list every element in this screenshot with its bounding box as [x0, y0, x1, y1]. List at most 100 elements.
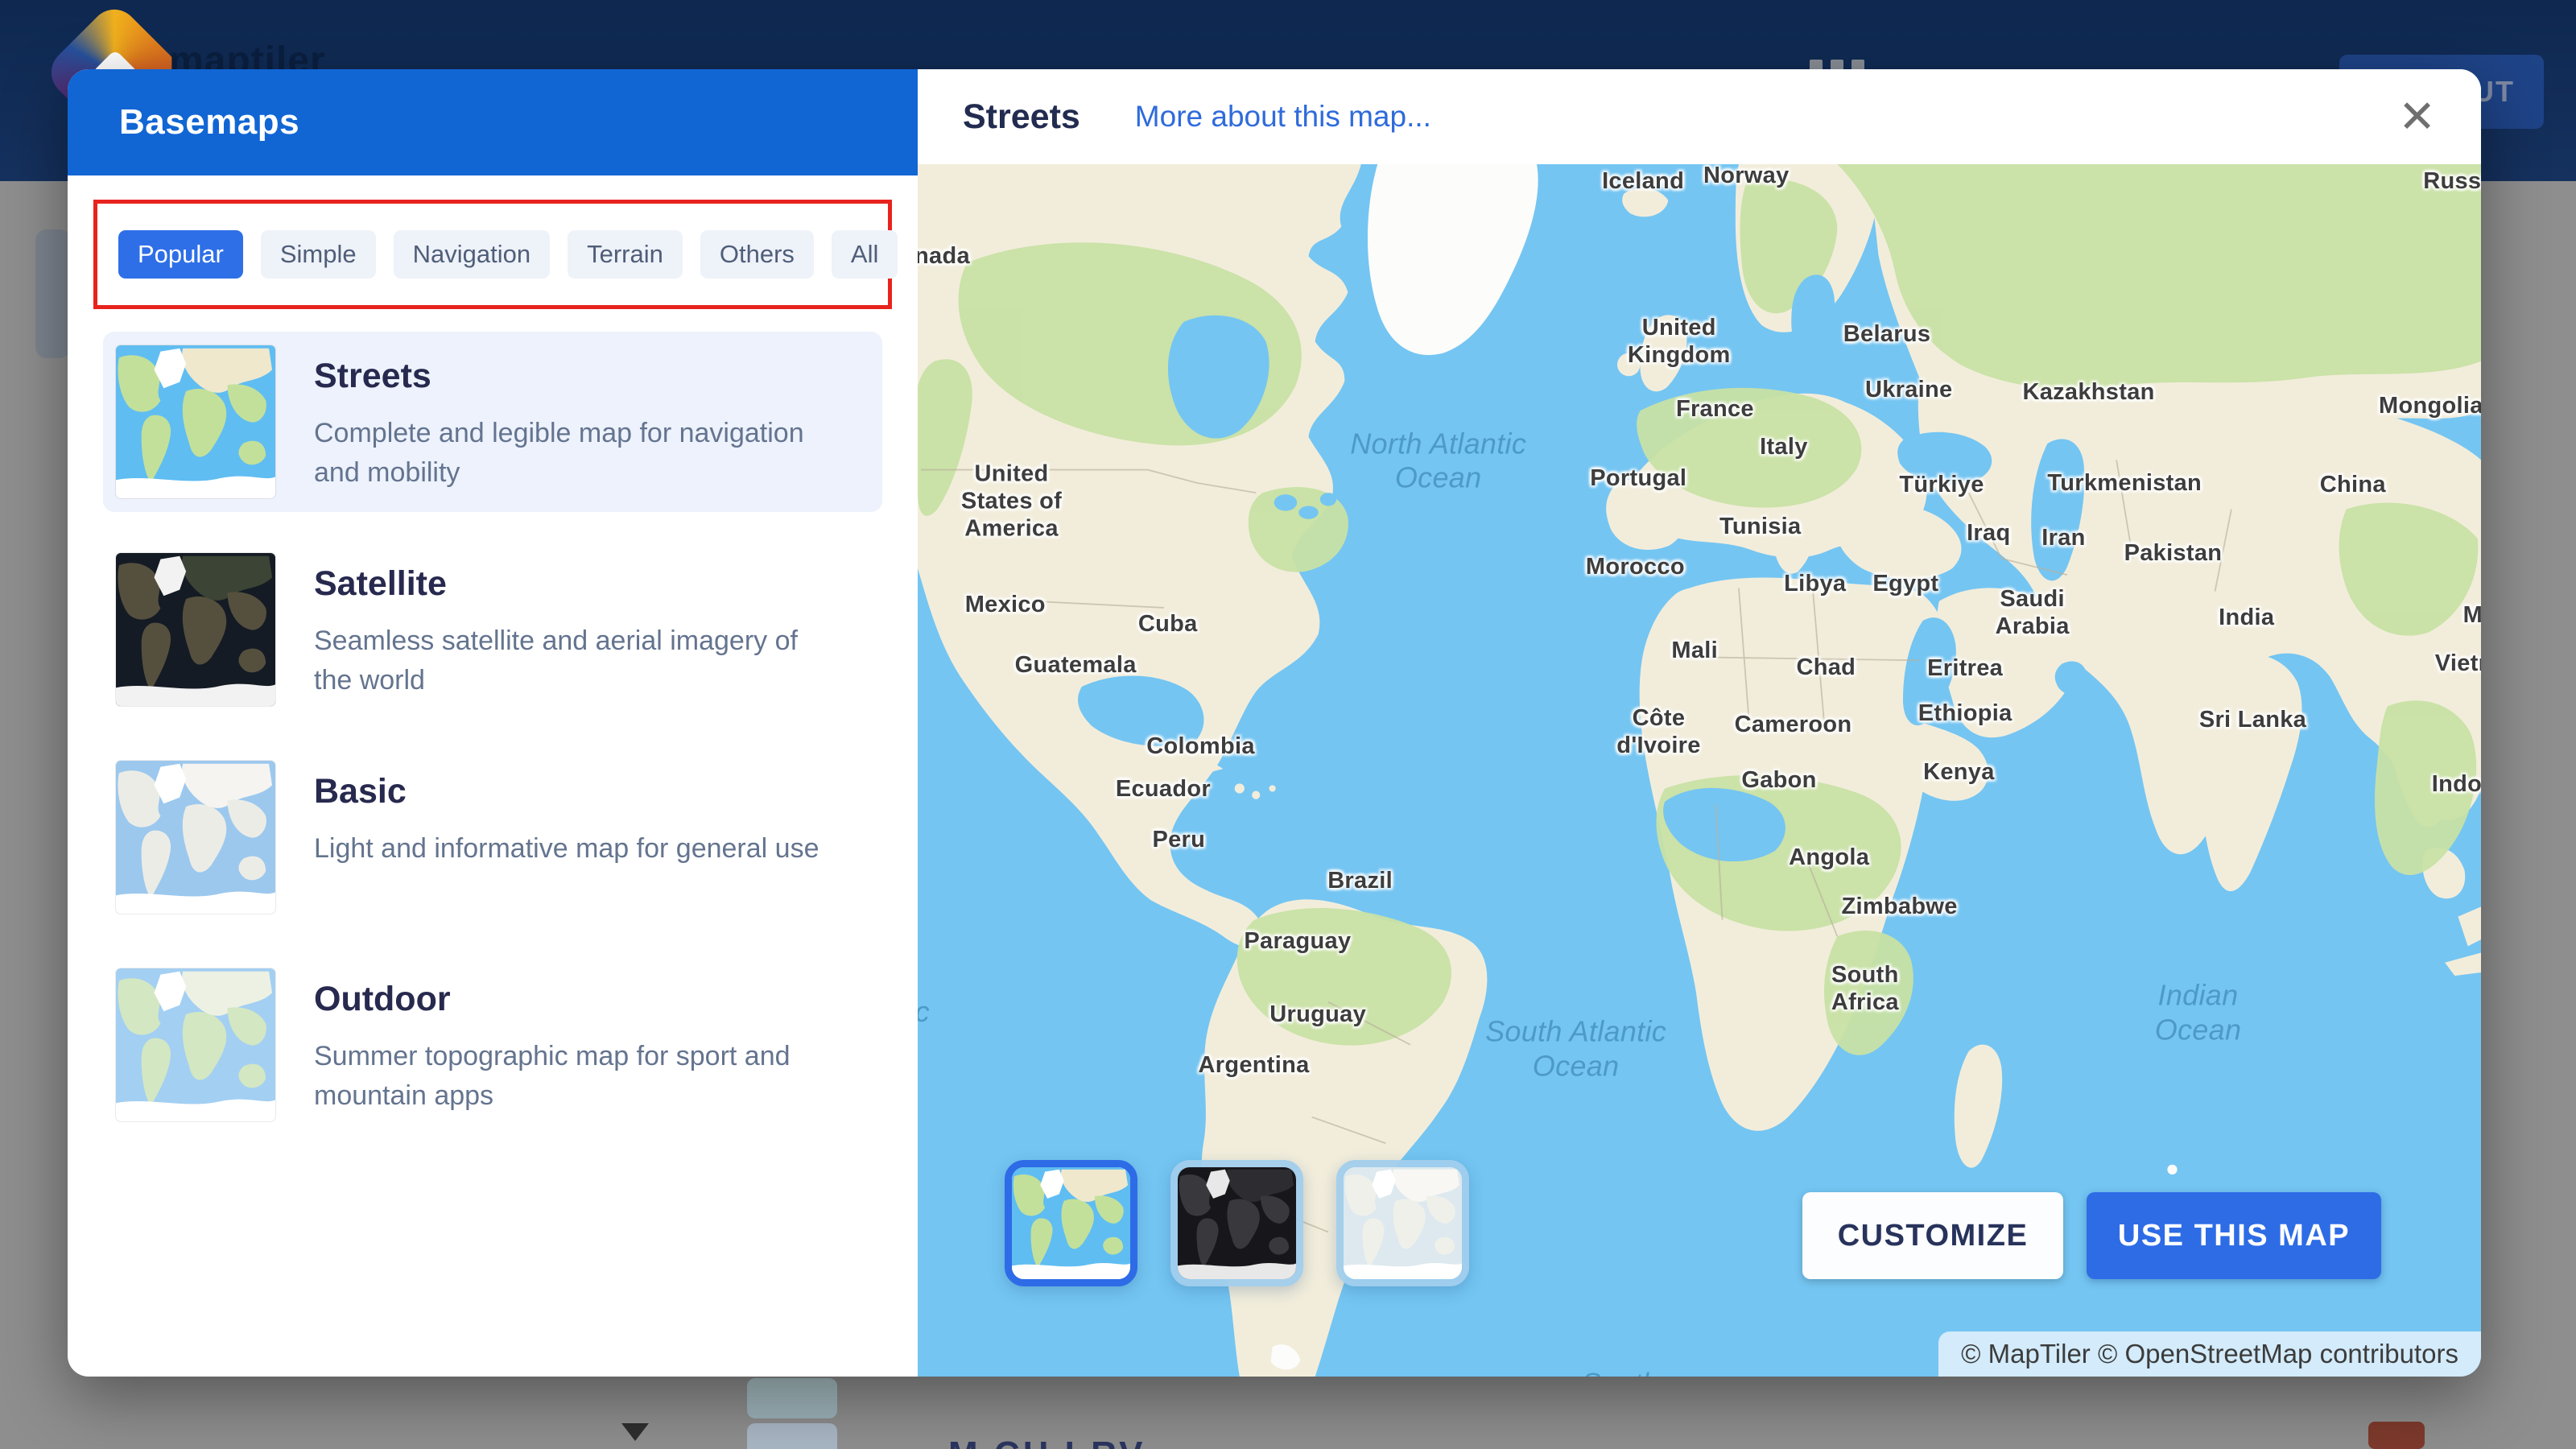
- map-label: United States of America: [960, 460, 1063, 542]
- map-label: Angola: [1789, 844, 1870, 871]
- style-variant-dark[interactable]: [1170, 1160, 1303, 1286]
- style-variant-light[interactable]: [1336, 1160, 1469, 1286]
- map-label: France: [1675, 396, 1754, 423]
- basemap-item-title: Outdoor: [314, 980, 451, 1018]
- page: maptiler UT M CH I RV Basemaps PopularSi…: [0, 0, 2576, 1449]
- map-label: Cuba: [1137, 610, 1198, 637]
- basemap-item-outdoor[interactable]: Outdoor Summer topographic map for sport …: [103, 955, 882, 1135]
- map-label: North Atlantic Ocean: [1350, 427, 1527, 494]
- map-label: Belarus: [1843, 320, 1931, 347]
- basemap-item-description: Light and informative map for general us…: [314, 833, 819, 864]
- map-label: India: [2219, 605, 2275, 631]
- map-label: Iceland: [1602, 167, 1685, 194]
- map-label: Morocco: [1585, 553, 1685, 580]
- map-label: Kazakhstan: [2022, 379, 2155, 406]
- map-label: Mali: [1671, 637, 1718, 663]
- basemap-item-title: Streets: [314, 357, 431, 395]
- tab-navigation[interactable]: Navigation: [393, 230, 551, 279]
- background-dropdown-caret-icon: [621, 1423, 649, 1441]
- map-label: Gabon: [1741, 766, 1817, 793]
- map-label: Indian Ocean: [2154, 978, 2242, 1046]
- basemap-list: Streets Complete and legible map for navi…: [68, 332, 918, 1162]
- map-label: Paraguay: [1244, 928, 1352, 955]
- basemap-item-description: Summer topographic map for sport and mou…: [314, 1041, 791, 1112]
- basemap-item-basic[interactable]: Basic Light and informative map for gener…: [103, 747, 882, 927]
- map-label: Norway: [1703, 164, 1790, 188]
- map-label: Ecuador: [1115, 775, 1211, 802]
- satellite-thumbnail: [116, 553, 275, 706]
- basemap-item-streets[interactable]: Streets Complete and legible map for navi…: [103, 332, 882, 512]
- map-label: Iraq: [1967, 519, 2011, 546]
- basemap-item-title: Basic: [314, 772, 407, 811]
- map-label: Ukraine: [1864, 377, 1953, 402]
- selected-basemap-title: Streets: [963, 97, 1080, 136]
- background-red-badge: [2368, 1422, 2425, 1449]
- basemaps-panel: Basemaps Popular Simple Navigation Terrain O…: [68, 69, 918, 1377]
- map-label: Cameroon: [1734, 711, 1852, 737]
- background-list-item-title: M CH I RV: [948, 1435, 1146, 1449]
- map-preview[interactable]: Iceland Norway Russia Canada United Kingdom B…: [918, 164, 2481, 1377]
- style-variant-streets[interactable]: [1005, 1160, 1137, 1286]
- tab-terrain[interactable]: Terrain: [568, 230, 683, 279]
- map-label: Chad: [1796, 654, 1856, 680]
- map-preview-panel: Streets More about this map... ✕ Iceland…: [918, 69, 2481, 1377]
- map-label: Uruguay: [1269, 1001, 1367, 1027]
- outdoor-thumbnail: [116, 968, 275, 1121]
- basemaps-dialog: Basemaps Popular Simple Navigation Terrain O…: [68, 69, 2481, 1377]
- map-label: Southern: [1582, 1367, 1702, 1377]
- style-variant-row: [1005, 1160, 1469, 1286]
- map-label: Sri Lanka: [2198, 706, 2307, 733]
- map-label: South Africa: [1831, 961, 1899, 1016]
- map-label: Portugal: [1590, 464, 1687, 491]
- map-label: Canada: [918, 243, 970, 270]
- tab-popular[interactable]: Popular: [118, 230, 243, 279]
- dialog-header: Basemaps: [68, 69, 918, 175]
- map-attribution[interactable]: © MapTiler © OpenStreetMap contributors: [1938, 1331, 2481, 1377]
- basemap-item-description: Complete and legible map for navigation …: [314, 418, 804, 489]
- background-map-thumbnail: [747, 1378, 837, 1418]
- background-map-thumbnail: [747, 1423, 837, 1449]
- use-this-map-button[interactable]: USE THIS MAP: [2087, 1192, 2381, 1279]
- map-label: Kenya: [1923, 758, 1995, 785]
- map-label: Türkiye: [1899, 471, 1984, 497]
- map-label: Brazil: [1327, 867, 1393, 894]
- map-label: China: [2319, 471, 2386, 497]
- more-about-link[interactable]: More about this map...: [1135, 100, 1431, 134]
- map-label: Egypt: [1872, 570, 1939, 597]
- map-label: Iran: [2041, 524, 2086, 551]
- map-label: Tunisia: [1719, 514, 1802, 540]
- map-label: Vietnam: [2434, 650, 2481, 677]
- map-label: Zimbabwe: [1841, 893, 1958, 919]
- map-label: Pakistan: [2124, 540, 2223, 567]
- basemap-item-title: Satellite: [314, 564, 447, 603]
- map-preview-header: Streets More about this map... ✕: [918, 69, 2481, 164]
- dialog-title: Basemaps: [119, 102, 300, 142]
- map-label: South Atlantic Ocean: [1485, 1014, 1667, 1083]
- background-card: [35, 229, 71, 358]
- tab-others[interactable]: Others: [700, 230, 814, 279]
- basic-thumbnail: [116, 761, 275, 914]
- map-label: Russia: [2423, 167, 2481, 194]
- map-label: Ma: [2462, 602, 2481, 629]
- map-label: Argentina: [1198, 1051, 1310, 1078]
- streets-thumbnail: [116, 345, 275, 498]
- close-icon[interactable]: ✕: [2398, 94, 2436, 139]
- map-label: United Kingdom: [1627, 314, 1731, 368]
- basemap-item-description: Seamless satellite and aerial imagery of…: [314, 625, 798, 696]
- category-tabs: Popular Simple Navigation Terrain Others All: [118, 230, 898, 279]
- tab-all[interactable]: All: [831, 230, 898, 279]
- tab-simple[interactable]: Simple: [260, 230, 376, 279]
- map-label: c: [918, 994, 930, 1028]
- map-label: Peru: [1152, 826, 1206, 852]
- annotation-red-box: Popular Simple Navigation Terrain Others All: [93, 200, 898, 309]
- basemap-item-satellite[interactable]: Satellite Seamless satellite and aerial i…: [103, 539, 882, 720]
- map-label: Guatemala: [1014, 651, 1137, 678]
- map-label: Turkmenistan: [2047, 469, 2202, 496]
- map-label: Mexico: [964, 591, 1046, 617]
- map-label: Eritrea: [1927, 655, 2004, 682]
- map-label: Mongolia: [2379, 392, 2481, 419]
- map-label: Côte d'Ivoire: [1616, 704, 1701, 758]
- map-label: Indonesia: [2431, 770, 2481, 797]
- customize-button[interactable]: CUSTOMIZE: [1802, 1192, 2063, 1279]
- map-label: Italy: [1760, 433, 1808, 460]
